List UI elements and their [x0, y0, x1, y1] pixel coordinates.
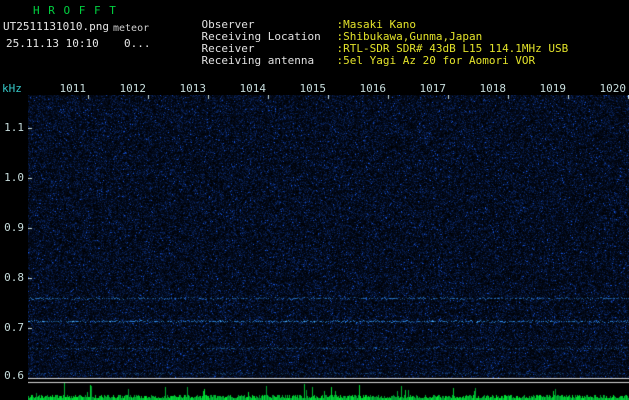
x-tick-label: 1016: [359, 82, 387, 95]
x-tick-label: 1015: [299, 82, 327, 95]
y-tick-label: 0.9: [4, 221, 24, 234]
x-tick-label: 1012: [119, 82, 147, 95]
y-axis-unit: kHz: [2, 82, 22, 95]
echo-count: 0...: [124, 37, 151, 50]
hrofft-output: H R O F F T UT2511131010.png meteor 25.1…: [0, 0, 629, 400]
app-title: H R O F F T: [33, 4, 117, 17]
x-tick-label: 1011: [59, 82, 87, 95]
y-tick-label: 0.8: [4, 271, 24, 284]
spectrogram-canvas: [28, 95, 629, 400]
x-tick-label: 1013: [179, 82, 207, 95]
y-tick-label: 0.7: [4, 321, 24, 334]
x-tick-label: 1019: [539, 82, 567, 95]
info-label: Receiving antenna: [201, 54, 315, 67]
observation-datetime: 25.11.13 10:10: [6, 37, 99, 50]
info-row-antenna: Receiving antenna :5el Yagi Az 20 for Aom…: [175, 41, 536, 80]
y-tick-label: 1.1: [4, 121, 24, 134]
y-tick-label: 1.0: [4, 171, 24, 184]
station-id: meteor: [113, 23, 150, 34]
output-filename: UT2511131010.png: [3, 20, 109, 33]
x-tick-label: 1020: [599, 82, 627, 95]
info-value: :5el Yagi Az 20 for Aomori VOR: [336, 54, 536, 67]
y-tick-label: 0.6: [4, 369, 24, 382]
x-tick-label: 1018: [479, 82, 507, 95]
x-tick-label: 1017: [419, 82, 447, 95]
x-tick-label: 1014: [239, 82, 267, 95]
